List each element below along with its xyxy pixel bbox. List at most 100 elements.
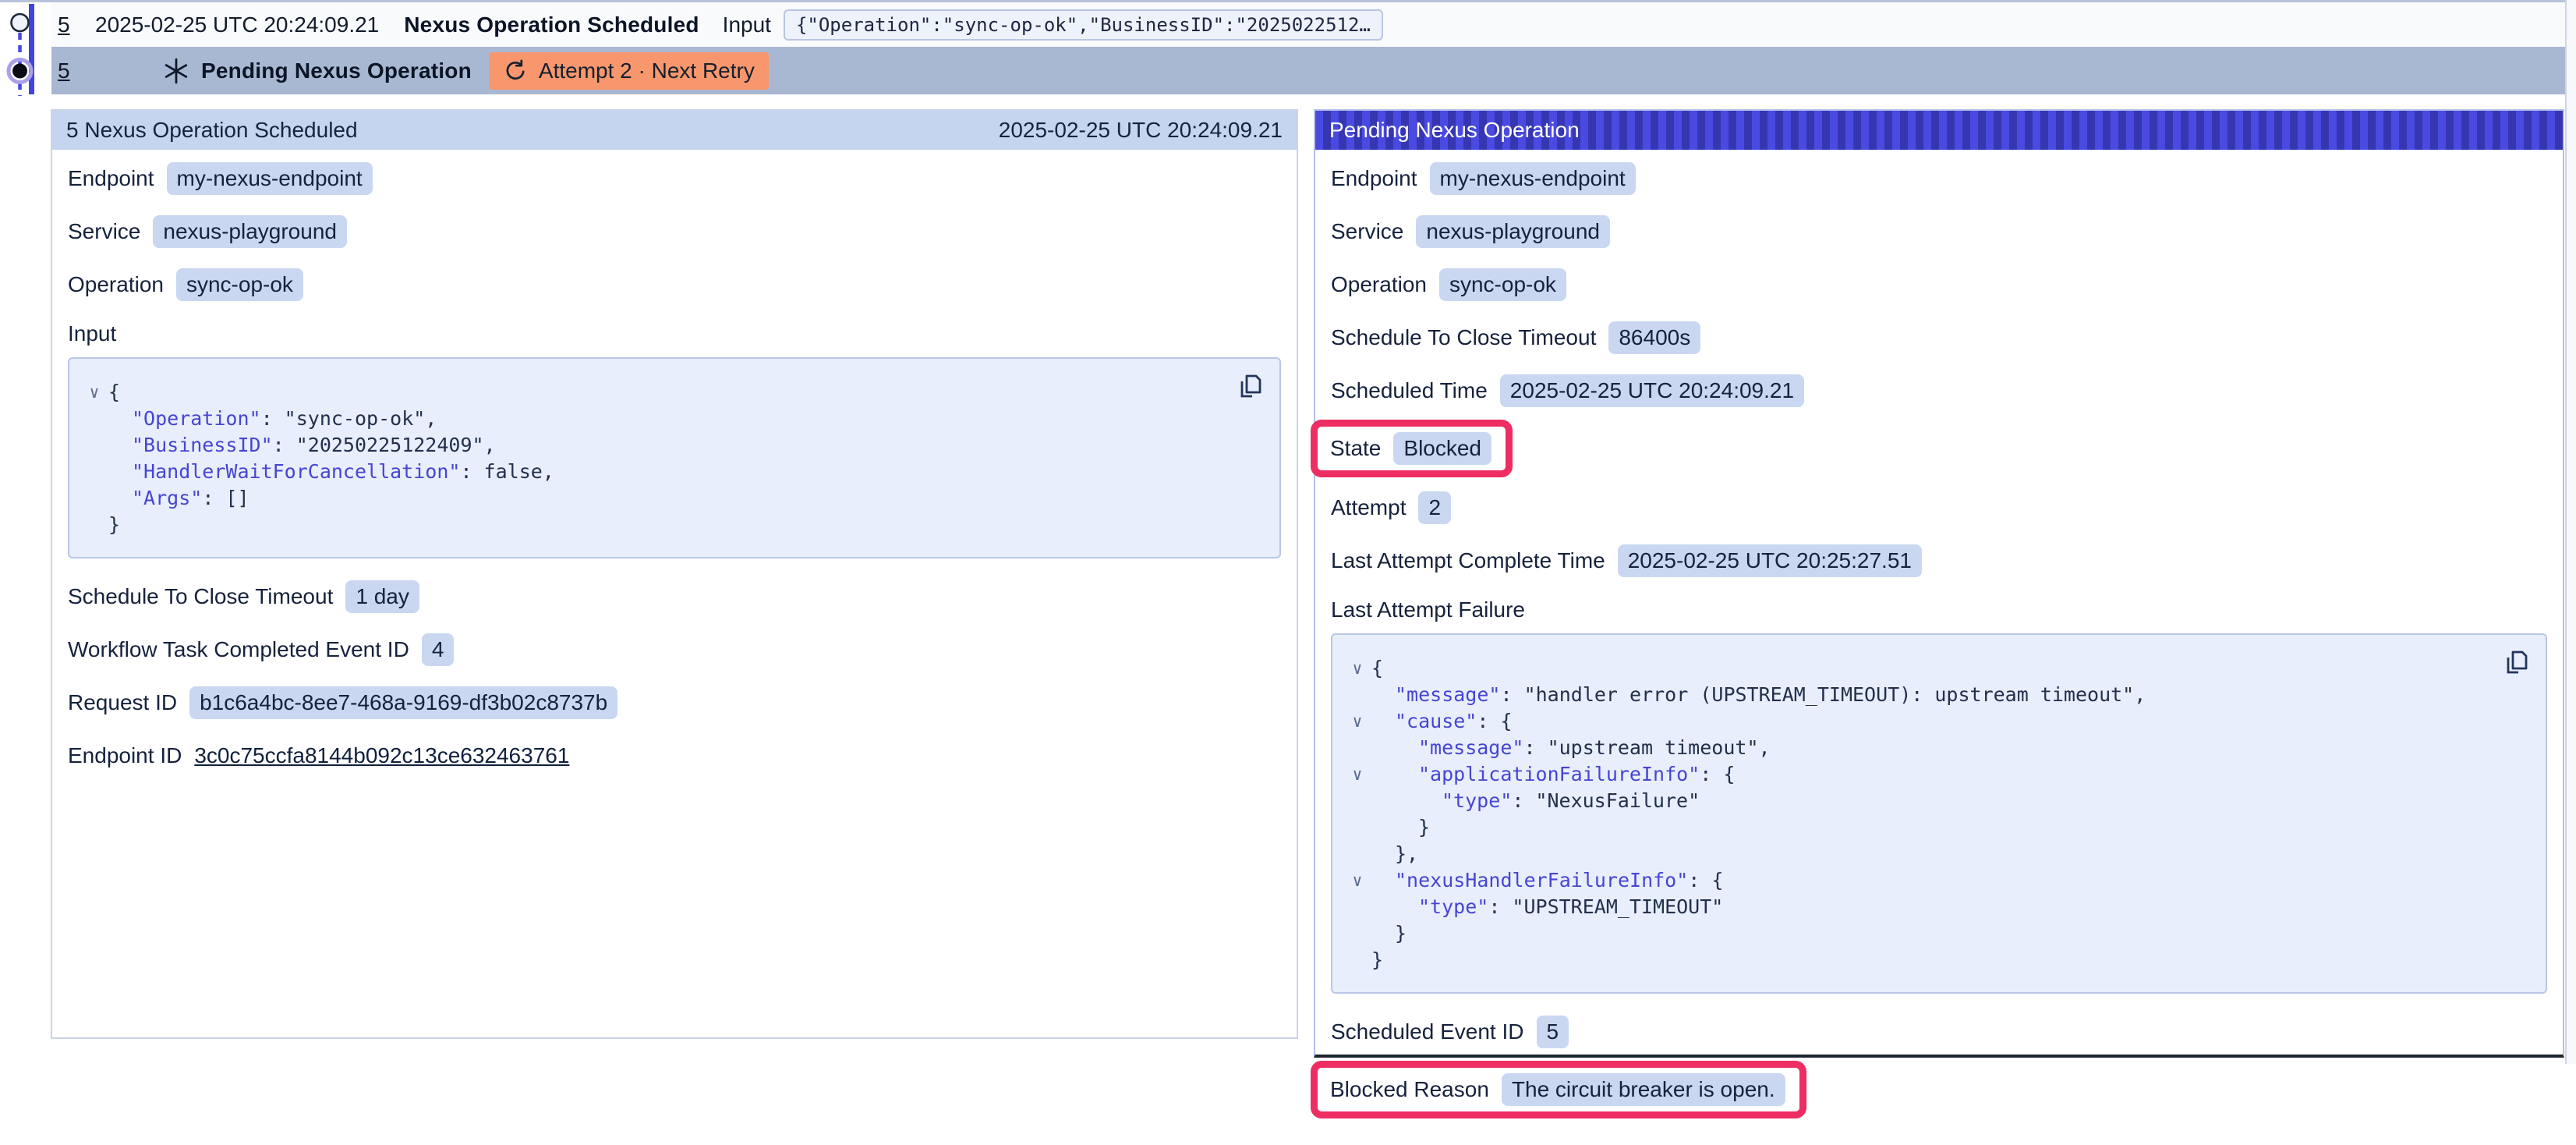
json-line: ∨{: [80, 379, 1261, 406]
pending-operation-panel: Pending Nexus Operation Endpoint my-nexus…: [1314, 109, 2564, 1058]
field-value-badge: The circuit breaker is open.: [1502, 1073, 1785, 1106]
field-row-last-attempt-complete-time: Last Attempt Complete Time2025-02-25 UTC…: [1331, 544, 2547, 577]
field-row-scheduled-event-id: Scheduled Event ID 5: [1331, 1016, 2547, 1048]
scheduled-event-panel: 5 Nexus Operation Scheduled 2025-02-25 U…: [51, 109, 1298, 1039]
collapse-chevron-icon[interactable]: ∨: [1343, 708, 1371, 735]
field-value-link[interactable]: 3c0c75ccfa8144b092c13ce632463761: [194, 739, 569, 772]
field-row-state: StateBlocked: [1330, 432, 1491, 465]
field-value-badge: sync-op-ok: [1439, 268, 1566, 301]
json-line-text: "cause": {: [1371, 708, 1513, 735]
timeline-bar: [29, 4, 34, 94]
field-label: Attempt: [1331, 495, 1406, 520]
collapse-chevron-icon[interactable]: ∨: [80, 379, 108, 406]
annotation-highlight: StateBlocked: [1311, 420, 1513, 477]
field-value-badge: 86400s: [1608, 321, 1700, 354]
annotation-highlight: Blocked ReasonThe circuit breaker is ope…: [1311, 1061, 1806, 1118]
pending-panel-header: Pending Nexus Operation: [1315, 111, 2563, 150]
field-label: Service: [1331, 219, 1403, 244]
field-label: Service: [68, 219, 140, 244]
event-history-rows: 5 2025-02-25 UTC 20:24:09.21 Nexus Opera…: [0, 0, 2565, 94]
failure-json-viewer: ∨{"message": "handler error (UPSTREAM_TI…: [1331, 633, 2547, 994]
input-section-label: Input: [68, 321, 1281, 346]
json-line-text: "nexusHandlerFailureInfo": {: [1371, 867, 1723, 894]
field-value-badge: my-nexus-endpoint: [167, 162, 373, 195]
collapse-chevron-icon[interactable]: ∨: [1343, 761, 1371, 788]
vertical-scrollbar[interactable]: [2565, 0, 2576, 1064]
field-value-badge: my-nexus-endpoint: [1430, 162, 1636, 195]
chevron-spacer: [1343, 841, 1371, 867]
field-row-operation: Operationsync-op-ok: [68, 268, 1281, 301]
field-row-schedule-to-close-timeout: Schedule To Close Timeout 86400s: [1331, 321, 2547, 354]
field-label: Endpoint: [68, 166, 154, 191]
json-line-text: {: [1371, 655, 1383, 682]
field-label: Operation: [1331, 272, 1427, 297]
json-line: }: [80, 512, 1261, 538]
failure-section-label: Last Attempt Failure: [1331, 597, 2547, 622]
chevron-spacer: [80, 459, 108, 485]
json-line: "message": "upstream timeout",: [1343, 735, 2527, 761]
json-line: "type": "NexusFailure": [1343, 788, 2527, 814]
json-line-text: "Args": []: [108, 485, 249, 512]
input-preview-chip[interactable]: {"Operation":"sync-op-ok","BusinessID":"…: [784, 9, 1383, 41]
event-detail-panels: 5 Nexus Operation Scheduled 2025-02-25 U…: [51, 109, 2564, 1058]
chevron-spacer: [1343, 920, 1371, 947]
json-line-text: "applicationFailureInfo": {: [1371, 761, 1735, 788]
json-line-text: }: [1371, 947, 1383, 973]
json-line: "HandlerWaitForCancellation": false,: [80, 459, 1261, 485]
field-label: Endpoint: [1331, 166, 1417, 191]
json-line: }: [1343, 947, 2527, 973]
json-line: ∨"cause": {: [1343, 708, 2527, 735]
field-label: Schedule To Close Timeout: [1331, 325, 1596, 350]
field-label: Schedule To Close Timeout: [68, 584, 333, 609]
field-value-badge: 1 day: [345, 580, 419, 613]
timeline-graphic: [0, 2, 51, 96]
field-label: Scheduled Event ID: [1331, 1019, 1524, 1044]
field-row-workflow-task-completed-event-id: Workflow Task Completed Event ID4: [68, 633, 1281, 666]
event-id-link[interactable]: 5: [58, 58, 84, 83]
input-label: Input: [723, 12, 771, 37]
field-value-badge: b1c6a4bc-8ee7-468a-9169-df3b02c8737b: [189, 686, 617, 719]
json-line: ∨"nexusHandlerFailureInfo": {: [1343, 867, 2527, 894]
field-row-endpoint-id: Endpoint ID3c0c75ccfa8144b092c13ce632463…: [68, 739, 1281, 772]
event-id-link[interactable]: 5: [58, 12, 84, 37]
field-label: Operation: [68, 272, 164, 297]
event-time: 2025-02-25 UTC 20:24:09.21: [95, 12, 379, 37]
field-label: Last Attempt Complete Time: [1331, 548, 1605, 573]
json-line: },: [1343, 841, 2527, 867]
json-line-text: "type": "NexusFailure": [1371, 788, 1700, 814]
field-value-badge: Blocked: [1393, 432, 1491, 465]
json-line-text: "message": "handler error (UPSTREAM_TIME…: [1371, 682, 2146, 708]
pending-panel-title: Pending Nexus Operation: [1329, 118, 1580, 143]
copy-icon[interactable]: [2502, 647, 2532, 679]
field-row-operation: Operation sync-op-ok: [1331, 268, 2547, 301]
field-label: Request ID: [68, 690, 177, 715]
json-line: }: [1343, 814, 2527, 841]
event-row-scheduled[interactable]: 5 2025-02-25 UTC 20:24:09.21 Nexus Opera…: [51, 2, 2567, 47]
field-row-schedule-to-close-timeout: Schedule To Close Timeout 1 day: [68, 580, 1281, 613]
field-row-request-id: Request ID b1c6a4bc-8ee7-468a-9169-df3b02…: [68, 686, 1281, 719]
copy-icon[interactable]: [1236, 371, 1265, 402]
timeline-gutter: [0, 2, 51, 96]
json-line-text: "message": "upstream timeout",: [1371, 735, 1771, 761]
event-row-pending[interactable]: 5 Pending Nexus Operation Attempt 2 · Ne…: [51, 47, 2567, 94]
collapse-chevron-icon[interactable]: ∨: [1343, 655, 1371, 682]
json-line: "BusinessID": "20250225122409",: [80, 432, 1261, 459]
field-value-badge: 5: [1537, 1016, 1569, 1048]
chevron-spacer: [1343, 735, 1371, 761]
chevron-spacer: [1343, 788, 1371, 814]
json-line-text: }: [108, 512, 120, 538]
json-line-text: "Operation": "sync-op-ok",: [108, 406, 437, 432]
pending-title: Pending Nexus Operation: [201, 58, 472, 83]
field-label: Workflow Task Completed Event ID: [68, 637, 409, 662]
input-json-viewer: ∨{"Operation": "sync-op-ok","BusinessID"…: [68, 357, 1281, 558]
chevron-spacer: [80, 406, 108, 432]
collapse-chevron-icon[interactable]: ∨: [1343, 867, 1371, 894]
scheduled-panel-header: 5 Nexus Operation Scheduled 2025-02-25 U…: [52, 111, 1297, 150]
chevron-spacer: [1343, 947, 1371, 973]
chevron-spacer: [80, 485, 108, 512]
scheduled-panel-timestamp: 2025-02-25 UTC 20:24:09.21: [999, 118, 1283, 143]
json-line-text: }: [1371, 814, 1430, 841]
field-label: Scheduled Time: [1331, 378, 1488, 403]
field-row-attempt: Attempt2: [1331, 491, 2547, 524]
json-line: }: [1343, 920, 2527, 947]
